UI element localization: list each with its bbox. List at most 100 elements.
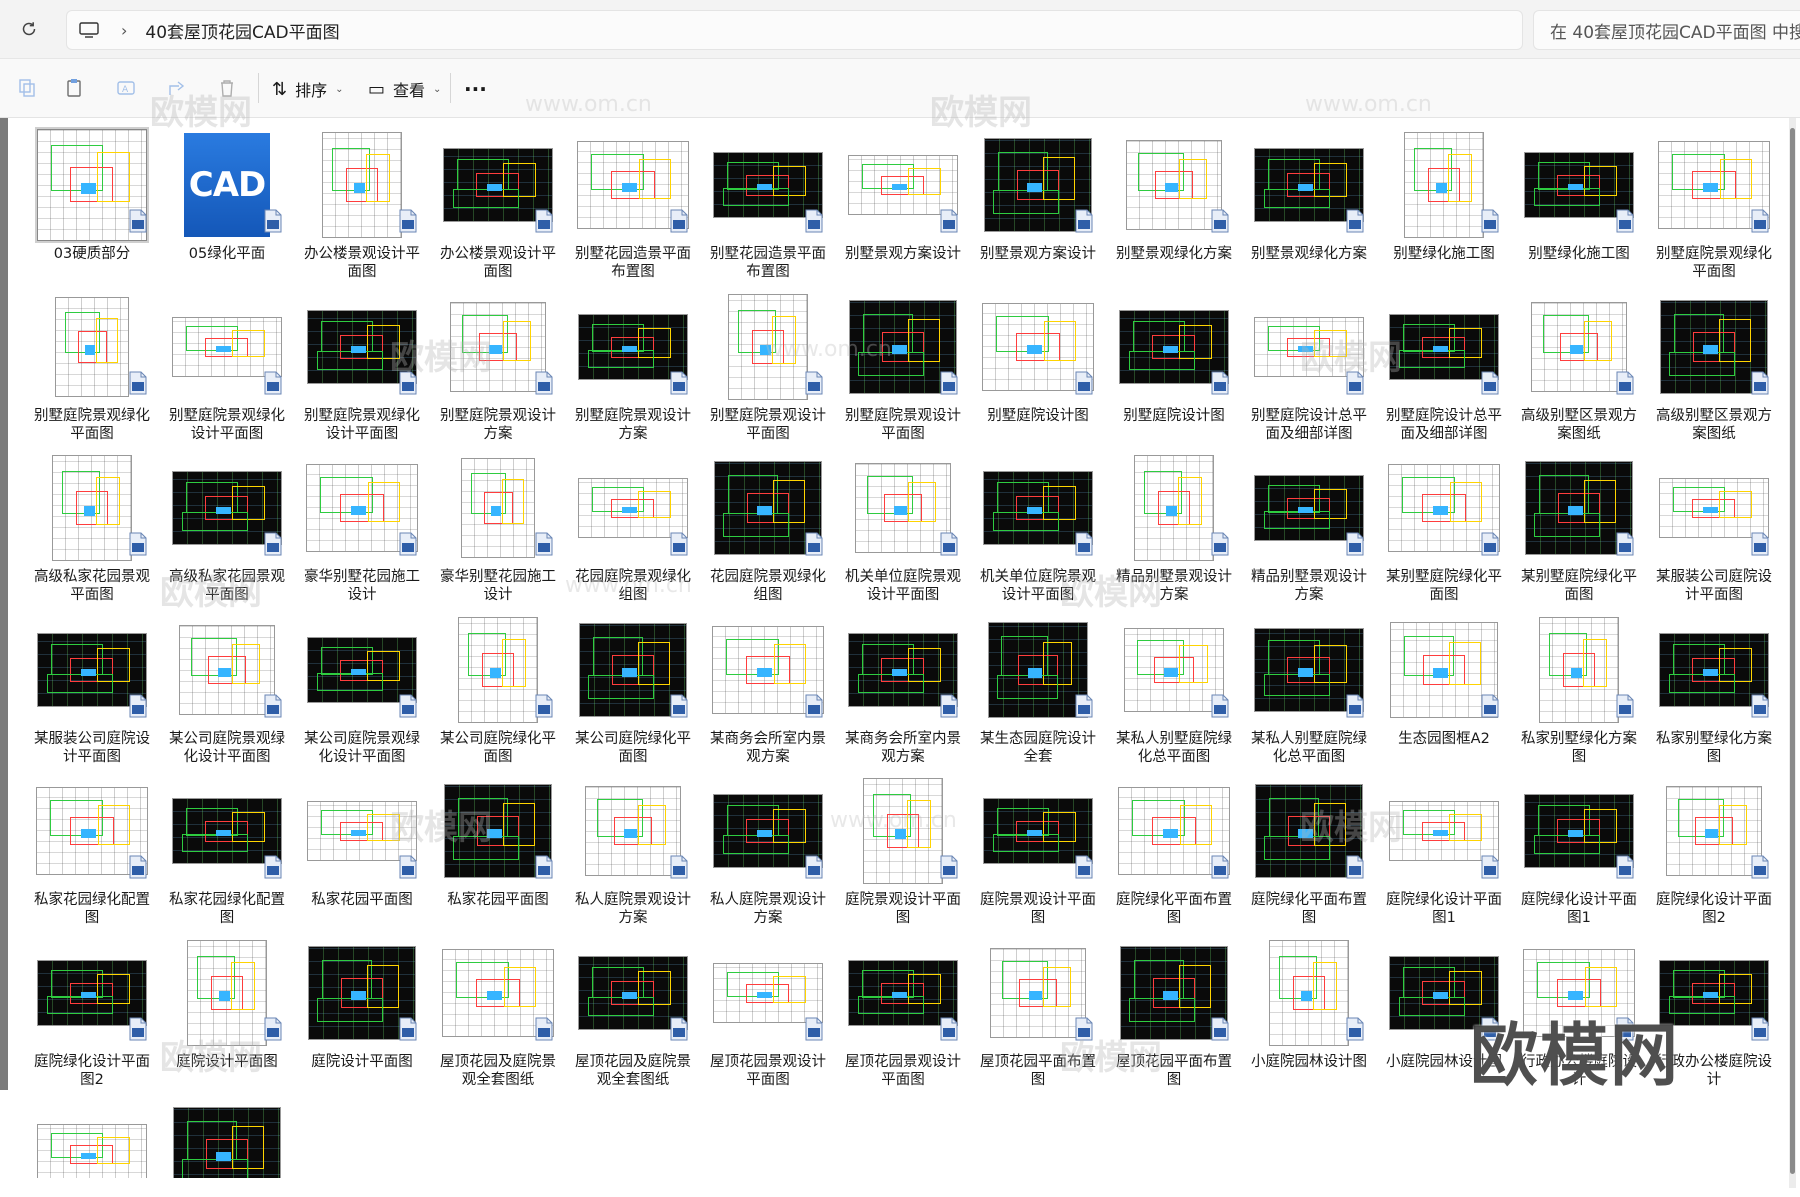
delete-icon[interactable]	[216, 77, 238, 99]
file-item[interactable]: 私家花园平面图	[434, 769, 562, 929]
file-item[interactable]: 别墅庭院景观绿化设计平面图	[163, 285, 291, 445]
file-item[interactable]: 别墅庭院景观绿化平面图	[1650, 123, 1778, 283]
drawing-fill	[1433, 345, 1449, 353]
file-item[interactable]: 别墅庭院景观绿化设计平面图	[298, 285, 426, 445]
file-item[interactable]: 某生态园庭院设计全套	[974, 608, 1102, 768]
file-item[interactable]: 办公楼景观设计平面图	[434, 123, 562, 283]
file-item[interactable]: 庭院设计平面图	[163, 931, 291, 1091]
file-item[interactable]: 某服装公司庭院设计平面图	[28, 608, 156, 768]
file-item[interactable]: 豪华别墅花园施工设计	[298, 446, 426, 606]
file-item[interactable]: 别墅绿化施工图	[1380, 123, 1508, 283]
view-button[interactable]: ▭ 查看 ⌄	[368, 75, 441, 103]
file-item[interactable]: 某别墅庭院绿化平面图	[1515, 446, 1643, 606]
file-item[interactable]: 03硬质部分	[28, 123, 156, 283]
rename-icon[interactable]: A	[115, 77, 137, 99]
file-item[interactable]: 屋顶花园景观设计平面图	[839, 931, 967, 1091]
this-pc-icon[interactable]	[79, 22, 99, 38]
file-item[interactable]: 花园庭院景观绿化组图	[569, 446, 697, 606]
file-item[interactable]: 高级私家花园景观平面图	[163, 446, 291, 606]
file-item[interactable]: 某服装公司庭院设计平面图	[1650, 446, 1778, 606]
file-item[interactable]: 私家别墅绿化方案图	[1650, 608, 1778, 768]
vertical-scrollbar[interactable]	[1789, 118, 1796, 1188]
file-item[interactable]: 精品别墅景观设计方案	[1110, 446, 1238, 606]
file-item[interactable]: 庭院绿化设计平面图1	[1380, 769, 1508, 929]
drawing-fill	[757, 506, 773, 516]
file-item[interactable]: 庭院绿化平面布置图	[1110, 769, 1238, 929]
file-item[interactable]: 高级别墅区景观方案图纸	[1650, 285, 1778, 445]
file-item[interactable]: 私家花园平面图	[298, 769, 426, 929]
file-item[interactable]: 屋顶花园及庭院景观全套图纸	[569, 931, 697, 1091]
file-item[interactable]: 办公楼景观设计平面图	[298, 123, 426, 283]
file-item[interactable]: 某私人别墅庭院绿化总平面图	[1245, 608, 1373, 768]
file-item[interactable]: 别墅庭院景观绿化平面图	[28, 285, 156, 445]
file-item[interactable]: 庭院景观设计平面图	[974, 769, 1102, 929]
file-item[interactable]: 别墅庭院景观设计平面图	[704, 285, 832, 445]
file-item[interactable]: 私人庭院景观设计方案	[569, 769, 697, 929]
breadcrumb-current-folder[interactable]: 40套屋顶花园CAD平面图	[145, 18, 339, 43]
file-item[interactable]: 高级私家花园景观平面图	[28, 446, 156, 606]
breadcrumb[interactable]: › 40套屋顶花园CAD平面图	[66, 10, 1523, 50]
file-item[interactable]: 某公司庭院绿化平面图	[434, 608, 562, 768]
file-item[interactable]: 别墅景观绿化方案	[1245, 123, 1373, 283]
file-item[interactable]: 花园庭院景观绿化组图	[704, 446, 832, 606]
file-item[interactable]: 某公司庭院绿化平面图	[569, 608, 697, 768]
file-item[interactable]: 别墅庭院景观设计方案	[569, 285, 697, 445]
file-item[interactable]: 别墅景观方案设计	[839, 123, 967, 283]
file-item[interactable]: 屋顶花园平面布置图	[1110, 931, 1238, 1091]
file-item[interactable]: 庭院绿化设计平面图2	[1650, 769, 1778, 929]
file-item[interactable]: 豪华别墅花园施工设计	[434, 446, 562, 606]
file-name: 高级别墅区景观方案图纸	[1656, 408, 1772, 442]
file-item[interactable]: 别墅庭院景观设计方案	[434, 285, 562, 445]
file-item[interactable]: CAD 05绿化平面	[163, 123, 291, 283]
file-item[interactable]: 机关单位庭院景观设计平面图	[974, 446, 1102, 606]
file-item[interactable]: 生态园图框A2	[1380, 608, 1508, 768]
file-item[interactable]: 庭院绿化平面布置图	[1245, 769, 1373, 929]
file-item[interactable]: 某公司庭院景观绿化设计平面图	[163, 608, 291, 768]
file-item[interactable]: 别墅庭院设计图	[1110, 285, 1238, 445]
file-item[interactable]: 某私人别墅庭院绿化总平面图	[1110, 608, 1238, 768]
share-icon[interactable]	[166, 77, 188, 99]
copy-icon[interactable]	[64, 77, 86, 99]
breadcrumb-chevron-icon[interactable]: ›	[121, 21, 127, 40]
file-item[interactable]: 别墅花园造景平面布置图	[569, 123, 697, 283]
file-item[interactable]: 别墅花园造景平面布置图	[704, 123, 832, 283]
cut-icon[interactable]	[16, 77, 38, 99]
file-item[interactable]: 别墅庭院设计总平面及细部详图	[1245, 285, 1373, 445]
file-item[interactable]: 庭院绿化设计平面图2	[28, 931, 156, 1091]
refresh-button[interactable]	[14, 14, 44, 44]
file-item[interactable]: 精品别墅景观设计方案	[1245, 446, 1373, 606]
drawing-shape	[907, 481, 936, 523]
file-item[interactable]: 私家别墅绿化方案图	[1515, 608, 1643, 768]
file-item[interactable]: 某别墅庭院绿化平面图	[1380, 446, 1508, 606]
file-item[interactable]: 屋顶花园景观设计平面图	[704, 931, 832, 1091]
file-item[interactable]: 机关单位庭院景观设计平面图	[839, 446, 967, 606]
file-item[interactable]: 别墅景观绿化方案	[1110, 123, 1238, 283]
file-item[interactable]	[28, 1092, 156, 1178]
address-bar: › 40套屋顶花园CAD平面图 在 40套屋顶花园CAD平面图 中搜索	[0, 0, 1800, 59]
file-item[interactable]	[163, 1092, 291, 1178]
file-item[interactable]: 某商务会所室内景观方案	[839, 608, 967, 768]
file-item[interactable]: 别墅绿化施工图	[1515, 123, 1643, 283]
file-item[interactable]: 别墅庭院设计总平面及细部详图	[1380, 285, 1508, 445]
more-options-button[interactable]: ···	[464, 75, 487, 103]
scrollbar-thumb[interactable]	[1790, 128, 1795, 1174]
file-item[interactable]: 庭院景观设计平面图	[839, 769, 967, 929]
sort-button[interactable]: ⇅ 排序 ⌄	[272, 75, 344, 103]
file-item[interactable]: 屋顶花园平面布置图	[974, 931, 1102, 1091]
file-item[interactable]: 私人庭院景观设计方案	[704, 769, 832, 929]
file-item[interactable]: 某公司庭院景观绿化设计平面图	[298, 608, 426, 768]
refresh-icon	[22, 22, 36, 36]
file-item[interactable]: 屋顶花园及庭院景观全套图纸	[434, 931, 562, 1091]
file-item[interactable]: 某商务会所室内景观方案	[704, 608, 832, 768]
file-item[interactable]: 高级别墅区景观方案图纸	[1515, 285, 1643, 445]
file-item[interactable]: 别墅庭院设计图	[974, 285, 1102, 445]
cad-drawing-preview	[458, 617, 538, 723]
file-item[interactable]: 私家花园绿化配置图	[28, 769, 156, 929]
file-item[interactable]: 别墅景观方案设计	[974, 123, 1102, 283]
file-item[interactable]: 别墅庭院景观设计平面图	[839, 285, 967, 445]
file-item[interactable]: 私家花园绿化配置图	[163, 769, 291, 929]
file-item[interactable]: 小庭院园林设计图	[1245, 931, 1373, 1091]
search-input[interactable]: 在 40套屋顶花园CAD平面图 中搜索	[1533, 10, 1800, 50]
file-item[interactable]: 庭院绿化设计平面图1	[1515, 769, 1643, 929]
file-item[interactable]: 庭院设计平面图	[298, 931, 426, 1091]
